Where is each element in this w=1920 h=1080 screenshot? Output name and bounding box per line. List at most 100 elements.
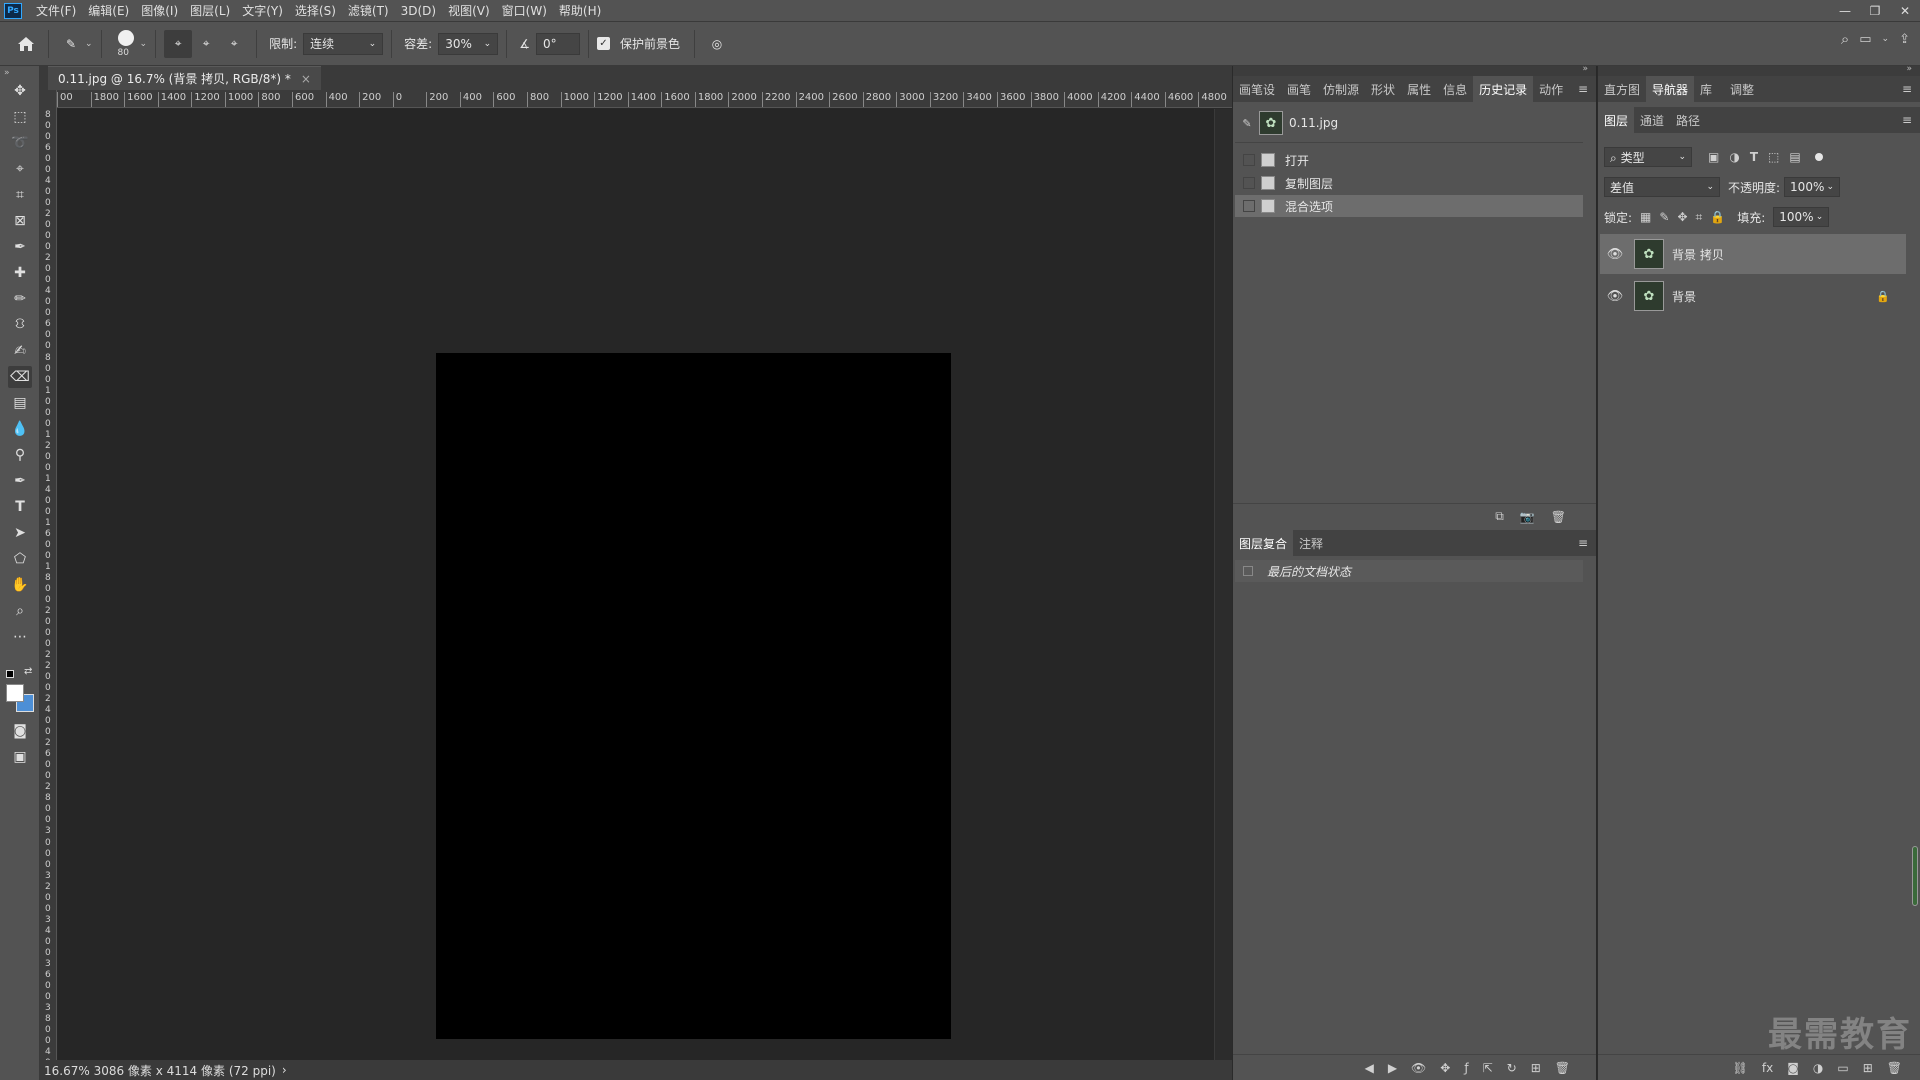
tab-paths[interactable]: 路径 xyxy=(1670,107,1706,133)
document-tab[interactable]: 0.11.jpg @ 16.7% (背景 拷贝, RGB/8*) * × xyxy=(48,66,321,90)
chevron-down-icon[interactable]: ⌄ xyxy=(85,39,93,49)
tab-histogram[interactable]: 直方图 xyxy=(1598,76,1646,102)
default-colors-icon[interactable] xyxy=(6,670,14,678)
tab-libraries[interactable]: 库 xyxy=(1694,76,1718,102)
history-brush-source-icon[interactable]: ✎ xyxy=(1235,117,1259,130)
history-source-checkbox[interactable] xyxy=(1243,200,1255,212)
next-comp-icon[interactable]: ▶ xyxy=(1388,1061,1397,1075)
marquee-tool-icon[interactable]: ⬚ xyxy=(8,106,32,128)
tolerance-input[interactable]: 30% ⌄ xyxy=(438,32,499,55)
brush-tool-icon[interactable]: ✏ xyxy=(8,288,32,310)
new-group-icon[interactable]: ▭ xyxy=(1837,1061,1848,1075)
apply-style-icon[interactable]: ƒ xyxy=(1464,1061,1468,1075)
add-mask-icon[interactable]: ◙ xyxy=(1787,1061,1799,1075)
history-item-selected[interactable]: 混合选项 xyxy=(1235,195,1583,217)
layer-row[interactable]: 👁 ✿ 背景 🔒 xyxy=(1600,276,1906,316)
collapse-toolbar-icon[interactable]: » xyxy=(4,68,10,78)
collapse-panels-icon[interactable]: » xyxy=(1906,64,1912,74)
visibility-eye-icon[interactable]: 👁 xyxy=(1600,289,1630,304)
tab-actions[interactable]: 动作 xyxy=(1533,76,1569,102)
sampling-once-icon[interactable]: ⌖ xyxy=(192,30,220,58)
share-icon[interactable]: ⇪ xyxy=(1899,32,1910,47)
hand-tool-icon[interactable]: ✋ xyxy=(8,574,32,596)
panel-menu-icon[interactable]: ≡ xyxy=(1902,82,1912,96)
tab-notes[interactable]: 注释 xyxy=(1293,530,1329,556)
close-icon[interactable]: ✕ xyxy=(1890,0,1920,22)
visibility-eye-icon[interactable]: 👁 xyxy=(1600,247,1630,262)
menu-select[interactable]: 选择(S) xyxy=(289,2,342,19)
delete-layer-icon[interactable]: 🗑 xyxy=(1887,1061,1902,1075)
layer-row-selected[interactable]: 👁 ✿ 背景 拷贝 xyxy=(1600,234,1906,274)
tab-channels[interactable]: 通道 xyxy=(1634,107,1670,133)
apply-visibility-icon[interactable]: 👁 xyxy=(1411,1061,1426,1075)
healing-brush-tool-icon[interactable]: ✚ xyxy=(8,262,32,284)
screen-mode-icon[interactable]: ▣ xyxy=(8,746,32,768)
path-selection-tool-icon[interactable]: ➤ xyxy=(8,522,32,544)
opacity-input[interactable]: 100% ⌄ xyxy=(1784,177,1841,197)
lock-artboard-icon[interactable]: ⌗ xyxy=(1696,210,1703,225)
pressure-size-icon[interactable]: ◎ xyxy=(703,30,731,58)
lock-all-icon[interactable]: 🔒 xyxy=(1710,210,1725,224)
chevron-down-icon[interactable]: ⌄ xyxy=(1882,34,1890,44)
panel-scroll-indicator[interactable] xyxy=(1912,846,1918,906)
menu-window[interactable]: 窗口(W) xyxy=(496,2,553,19)
frame-tool-icon[interactable]: ⊠ xyxy=(8,210,32,232)
menu-3d[interactable]: 3D(D) xyxy=(395,4,442,18)
brush-preset-picker[interactable]: 80 xyxy=(110,26,140,62)
foreground-color-swatch[interactable] xyxy=(6,684,24,702)
menu-help[interactable]: 帮助(H) xyxy=(553,2,607,19)
delete-comp-icon[interactable]: 🗑 xyxy=(1555,1061,1570,1075)
crop-tool-icon[interactable]: ⌗ xyxy=(8,184,32,206)
close-tab-icon[interactable]: × xyxy=(301,72,311,86)
lasso-tool-icon[interactable]: ➰ xyxy=(8,132,32,154)
history-source-checkbox[interactable] xyxy=(1243,154,1255,166)
clone-stamp-tool-icon[interactable]: ⛻ xyxy=(8,314,32,336)
history-brush-tool-icon[interactable]: ✍ xyxy=(8,340,32,362)
tab-layer-comps[interactable]: 图层复合 xyxy=(1233,530,1294,556)
link-layers-icon[interactable]: ⛓ xyxy=(1733,1061,1748,1075)
panel-menu-icon[interactable]: ≡ xyxy=(1902,113,1912,127)
edit-toolbar-icon[interactable]: ⋯ xyxy=(8,626,32,648)
sampling-background-swatch-icon[interactable]: ⌖ xyxy=(220,30,248,58)
restore-icon[interactable]: ❐ xyxy=(1860,0,1890,22)
shape-tool-icon[interactable]: ⬠ xyxy=(8,548,32,570)
filter-smart-object-icon[interactable]: ▤ xyxy=(1789,150,1800,164)
horizontal-ruler[interactable]: 00 1800 1600 1400 1200 1000 800 600 400 200 0 200 40… xyxy=(57,90,1232,108)
vertical-ruler[interactable]: 8006004002000200400600800100012001400160… xyxy=(40,90,57,1060)
adjustment-layer-icon[interactable]: ◑ xyxy=(1813,1061,1823,1075)
tab-history[interactable]: 历史记录 xyxy=(1473,76,1534,102)
menu-filter[interactable]: 滤镜(T) xyxy=(342,2,395,19)
collapse-panels-icon[interactable]: » xyxy=(1582,64,1588,74)
vertical-scrollbar[interactable] xyxy=(1214,109,1232,1060)
pen-tool-icon[interactable]: ✒ xyxy=(8,470,32,492)
dodge-tool-icon[interactable]: ⚲ xyxy=(8,444,32,466)
protect-foreground-checkbox[interactable]: ✓ xyxy=(596,37,610,50)
filter-adjustment-icon[interactable]: ◑ xyxy=(1729,150,1739,164)
tab-properties[interactable]: 属性 xyxy=(1401,76,1437,102)
tab-clone-source[interactable]: 仿制源 xyxy=(1317,76,1365,102)
gradient-tool-icon[interactable]: ▤ xyxy=(8,392,32,414)
angle-input[interactable]: 0° xyxy=(535,32,580,55)
history-item[interactable]: 复制图层 xyxy=(1235,172,1583,194)
move-tool-icon[interactable]: ✥ xyxy=(8,80,32,102)
search-icon[interactable]: ⌕ xyxy=(1841,30,1849,48)
history-source-checkbox[interactable] xyxy=(1243,177,1255,189)
tab-shapes[interactable]: 形状 xyxy=(1365,76,1401,102)
limit-select[interactable]: 连续 ⌄ xyxy=(303,32,384,55)
lock-image-icon[interactable]: ✎ xyxy=(1659,210,1669,224)
history-item[interactable]: 打开 xyxy=(1235,149,1583,171)
panel-menu-icon[interactable]: ≡ xyxy=(1578,82,1588,96)
quick-selection-tool-icon[interactable]: ⌖ xyxy=(8,158,32,180)
previous-comp-icon[interactable]: ◀ xyxy=(1365,1061,1374,1075)
apply-position-icon[interactable]: ✥ xyxy=(1440,1061,1450,1075)
history-snapshot[interactable]: ✎ ✿ 0.11.jpg xyxy=(1235,108,1583,138)
filter-type-icon[interactable]: T xyxy=(1750,150,1758,164)
new-document-from-state-icon[interactable]: ⧉ xyxy=(1495,509,1504,524)
tab-layers[interactable]: 图层 xyxy=(1598,107,1635,133)
background-eraser-tool-icon[interactable]: ✎ xyxy=(57,30,85,58)
tab-brush-settings[interactable]: 画笔设 xyxy=(1233,76,1281,102)
lock-transparent-icon[interactable]: ▦ xyxy=(1640,210,1651,224)
layer-style-icon[interactable]: fx xyxy=(1762,1061,1773,1075)
sampling-continuous-icon[interactable]: ⌖ xyxy=(164,29,193,58)
panel-menu-icon[interactable]: ≡ xyxy=(1578,536,1588,550)
